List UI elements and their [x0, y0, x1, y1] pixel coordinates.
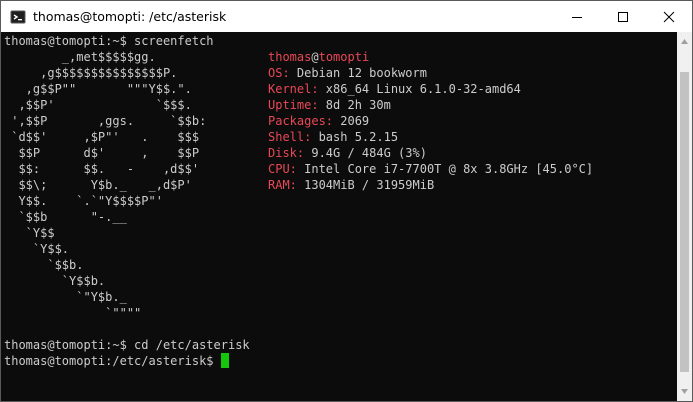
- maximize-icon: [618, 11, 628, 22]
- maximize-button[interactable]: [600, 1, 646, 32]
- info-line-shell: Shell: bash 5.2.15: [268, 129, 398, 145]
- scrollbar-thumb[interactable]: [680, 72, 689, 372]
- vertical-scrollbar[interactable]: [677, 32, 692, 401]
- terminal-app-icon[interactable]: [10, 9, 26, 25]
- window-title: thomas@tomopti: /etc/asterisk: [33, 9, 227, 24]
- terminal-window: thomas@tomopti: /etc/asterisk thomas@tom…: [0, 0, 693, 402]
- logo-line: ,g$$$$$$$$$$$$$$$P.: [4, 66, 178, 80]
- command-line-cd: thomas@tomopti:~$ cd /etc/asterisk: [4, 338, 250, 352]
- logo-line: `Y$$.: [4, 242, 70, 256]
- logo-line: `Y$$: [4, 226, 55, 240]
- logo-line: `"Y$b._: [4, 290, 127, 304]
- info-value: Debian 12 bookworm: [289, 66, 427, 80]
- hostname: tomopti: [318, 50, 370, 64]
- close-icon: [663, 11, 675, 22]
- info-value: 8d 2h 30m: [318, 98, 391, 112]
- current-prompt: thomas@tomopti:/etc/asterisk$: [4, 354, 221, 368]
- info-label: CPU:: [268, 162, 297, 176]
- logo-line: `d$$' ,$P"' . $$$: [4, 130, 200, 144]
- scroll-up-button[interactable]: [677, 34, 692, 49]
- info-line-packages: Packages: 2069: [268, 113, 369, 129]
- logo-line: `$$b "-.__: [4, 210, 127, 224]
- command-line-screenfetch: thomas@tomopti:~$ screenfetch: [4, 34, 214, 48]
- title-bar[interactable]: thomas@tomopti: /etc/asterisk: [1, 1, 692, 32]
- logo-line: ',$$P ,ggs. `$$b:: [4, 114, 207, 128]
- info-value: 2069: [333, 114, 370, 128]
- logo-line: $$: $$. - ,d$$': [4, 162, 200, 176]
- close-button[interactable]: [646, 1, 692, 32]
- info-label: Kernel:: [268, 82, 319, 96]
- logo-line: ,$$P' `$$$.: [4, 98, 192, 112]
- logo-line: `$$b.: [4, 258, 84, 272]
- logo-line: `Y$$b.: [4, 274, 106, 288]
- info-line-cpu: CPU: Intel Core i7-7700T @ 8x 3.8GHz [45…: [268, 161, 593, 177]
- info-value: 1304MiB / 31959MiB: [296, 178, 435, 192]
- at-sign: @: [311, 50, 319, 64]
- logo-line: ,g$$P"" """Y$$.".: [4, 82, 192, 96]
- scroll-down-arrow-icon: [681, 389, 688, 394]
- info-label: OS:: [268, 66, 290, 80]
- minimize-icon: [572, 16, 582, 18]
- info-label: Disk:: [268, 146, 305, 160]
- info-line-ram: RAM: 1304MiB / 31959MiB: [268, 177, 434, 193]
- user-host-line: thomas@tomopti: [268, 49, 369, 65]
- scroll-down-button[interactable]: [677, 384, 692, 399]
- info-line-kernel: Kernel: x86_64 Linux 6.1.0-32-amd64: [268, 81, 521, 97]
- info-value: 9.4G / 484G (3%): [304, 146, 427, 160]
- info-value: x86_64 Linux 6.1.0-32-amd64: [318, 82, 521, 96]
- info-line-os: OS: Debian 12 bookworm: [268, 65, 427, 81]
- info-label: Uptime:: [268, 98, 319, 112]
- logo-line: Y$$. `.`"Y$$$$P"': [4, 194, 163, 208]
- scroll-up-arrow-icon: [681, 39, 688, 44]
- info-line-disk: Disk: 9.4G / 484G (3%): [268, 145, 427, 161]
- text-cursor: [220, 353, 229, 368]
- info-value: Intel Core i7-7700T @ 8x 3.8GHz [45.0°C]: [296, 162, 594, 176]
- minimize-button[interactable]: [554, 1, 600, 32]
- info-label: Shell:: [268, 130, 312, 144]
- logo-line: `"""": [4, 306, 142, 320]
- info-label: RAM:: [268, 178, 297, 192]
- info-value: bash 5.2.15: [311, 130, 399, 144]
- current-prompt-line[interactable]: thomas@tomopti:/etc/asterisk$: [4, 353, 229, 369]
- info-label: Packages:: [268, 114, 334, 128]
- logo-line: _,met$$$$$gg.: [4, 50, 156, 64]
- info-line-uptime: Uptime: 8d 2h 30m: [268, 97, 391, 113]
- username: thomas: [268, 50, 312, 64]
- logo-line: $$\; Y$b._ _,d$P': [4, 178, 192, 192]
- terminal-output[interactable]: thomas@tomopti:~$ screenfetch _,met$$$$$…: [1, 32, 677, 401]
- logo-line: $$P d$' , $$P: [4, 146, 200, 160]
